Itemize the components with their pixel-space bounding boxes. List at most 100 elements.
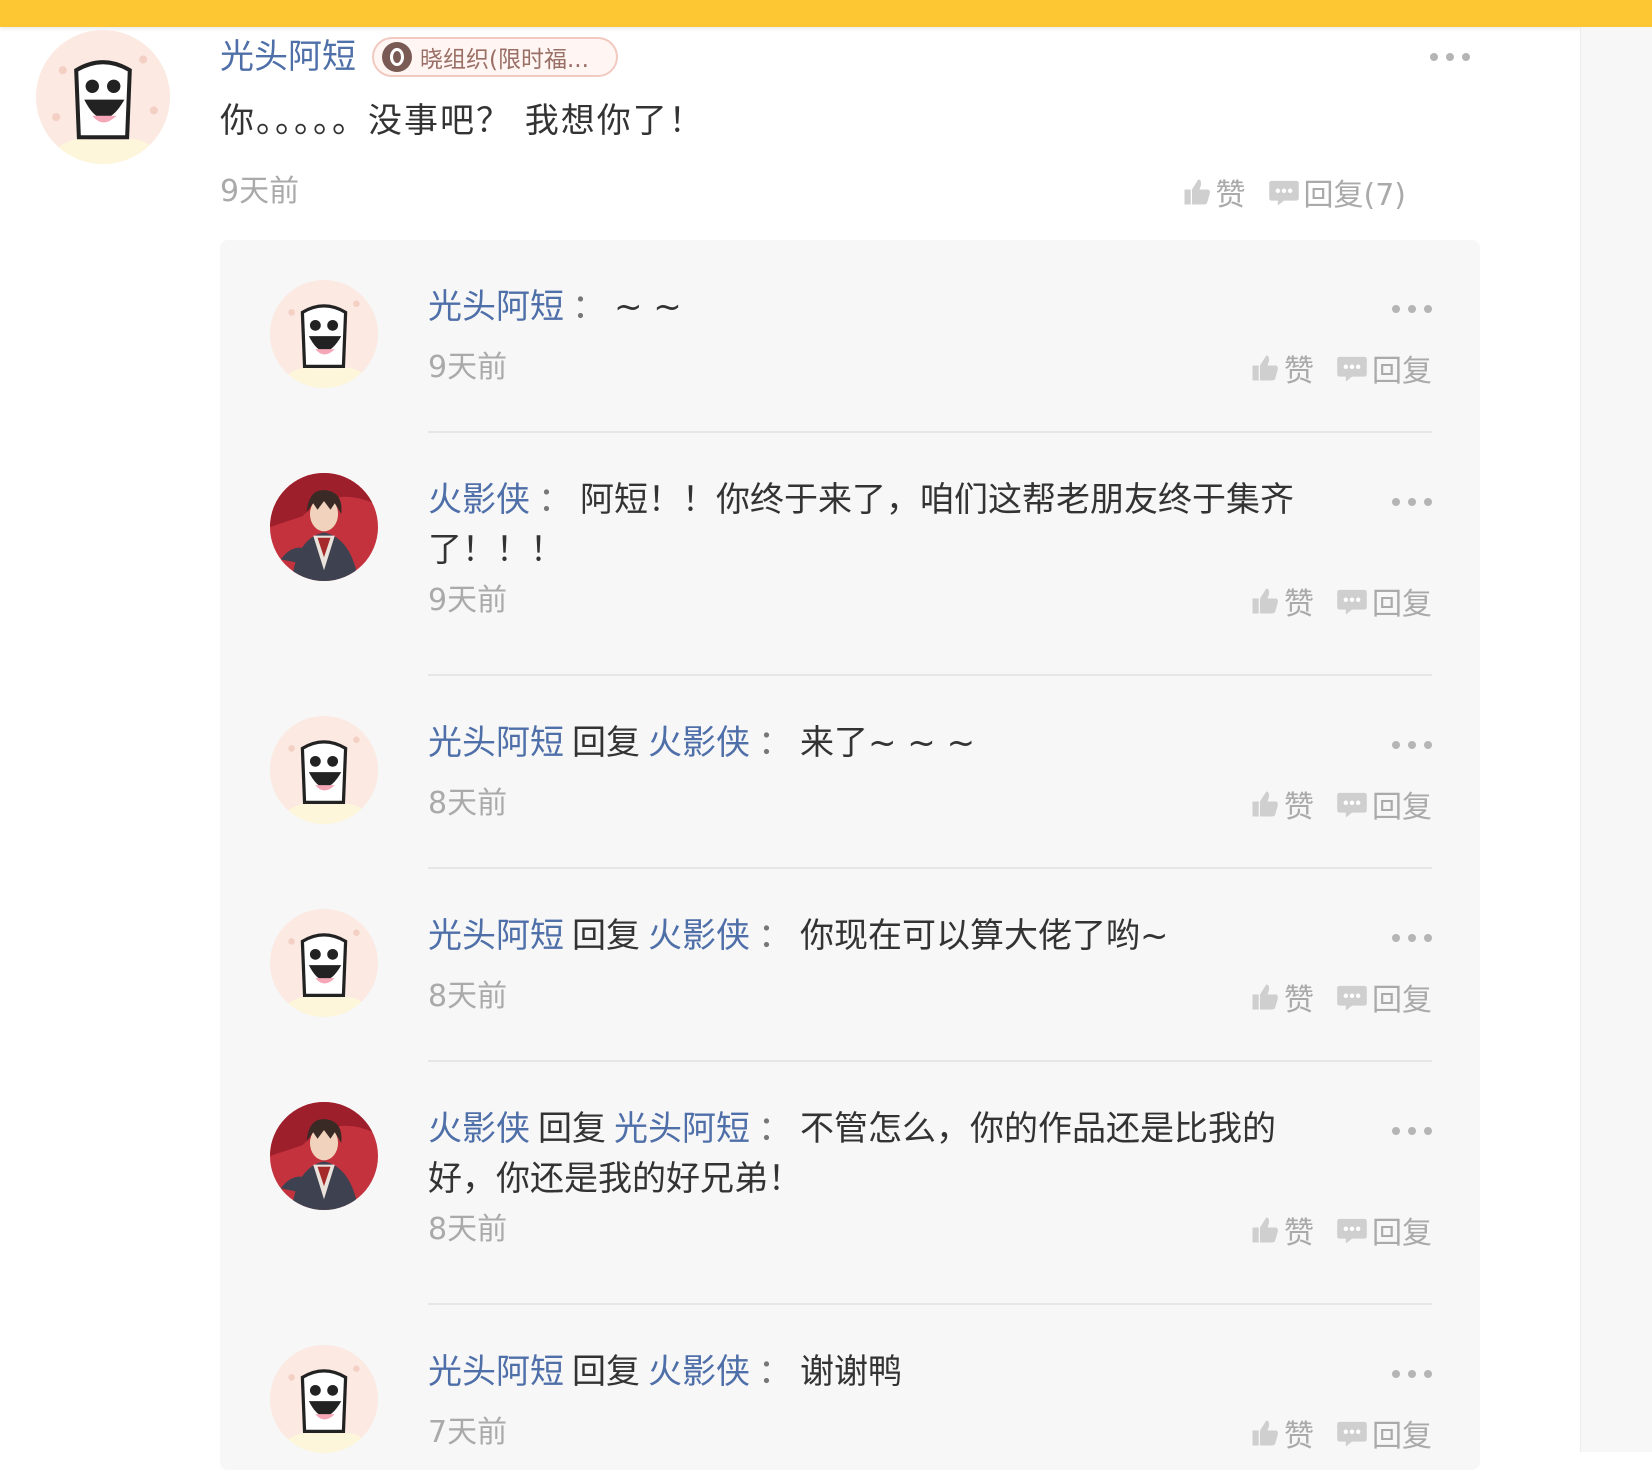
like-label: 赞 (1284, 587, 1314, 622)
reply-text: 来了~ ~ ~ (800, 723, 976, 763)
reply-actions: 赞 回复 (1250, 975, 1432, 1019)
anime-avatar[interactable] (270, 1102, 378, 1210)
reply-actions: 赞 回复 (1250, 346, 1432, 390)
like-label: 赞 (1284, 790, 1314, 825)
more-icon[interactable] (1392, 931, 1432, 945)
comment-bubble-icon (1337, 356, 1367, 382)
thumbs-up-icon (1252, 984, 1278, 1010)
toast-avatar[interactable] (270, 716, 378, 824)
more-icon[interactable] (1392, 495, 1432, 509)
comment-text: 你。。。。。没事吧？ 我想你了！ (220, 101, 705, 141)
reply-time: 8天前 (428, 1212, 508, 1247)
reply-target[interactable]: 火影侠 (648, 723, 750, 763)
comment-actions: 赞 回复(7) (1182, 170, 1407, 214)
reply-word: 回复 (538, 1109, 606, 1149)
reply-time: 8天前 (428, 786, 508, 821)
reply-label: 回复 (1372, 1419, 1432, 1454)
reply-time: 9天前 (428, 350, 508, 385)
reply-text: ~ ~ (614, 287, 682, 327)
like-label: 赞 (1284, 354, 1314, 389)
more-icon[interactable] (1392, 302, 1432, 316)
comment-bubble-icon (1337, 792, 1367, 818)
like-label: 赞 (1284, 983, 1314, 1018)
thumbs-up-icon (1184, 179, 1210, 205)
like-label: 赞 (1215, 178, 1246, 213)
reply-label: 回复 (1372, 587, 1432, 622)
more-icon[interactable] (1430, 50, 1470, 64)
toast-avatar[interactable] (270, 1345, 378, 1453)
like-button[interactable]: 赞 (1182, 170, 1246, 214)
reply-word: 回复 (572, 1352, 640, 1392)
badge-o-icon (382, 42, 412, 72)
reply-actions: 赞 回复 (1250, 579, 1432, 623)
badge-text: 晓组织(限时福... (420, 47, 589, 73)
top-bar (0, 0, 1652, 27)
reply-button[interactable]: 回复 (1336, 1411, 1432, 1455)
reply-button[interactable]: 回复 (1336, 1208, 1432, 1252)
comment-bubble-icon (1337, 985, 1367, 1011)
reply-button[interactable]: 回复(7) (1268, 170, 1407, 214)
like-button[interactable]: 赞 (1250, 1208, 1314, 1252)
divider (428, 674, 1432, 676)
reply-target[interactable]: 光头阿短 (614, 1109, 750, 1149)
reply-label: 回复 (1372, 1216, 1432, 1251)
reply-button[interactable]: 回复 (1336, 579, 1432, 623)
anime-avatar[interactable] (270, 473, 378, 581)
colon: ： (758, 1109, 792, 1149)
reply-actions: 赞 回复 (1250, 1411, 1432, 1455)
reply-label: 回复 (1372, 354, 1432, 389)
reply-actions: 赞 回复 (1250, 782, 1432, 826)
more-icon[interactable] (1392, 1367, 1432, 1381)
reply-target[interactable]: 火影侠 (648, 916, 750, 956)
reply-button[interactable]: 回复 (1336, 346, 1432, 390)
reply-author[interactable]: 光头阿短 (428, 723, 564, 763)
comment-author[interactable]: 光头阿短 (220, 36, 356, 78)
reply-label: 回复 (1372, 790, 1432, 825)
toast-avatar[interactable] (36, 30, 170, 164)
reply-author[interactable]: 光头阿短 (428, 916, 564, 956)
comment-bubble-icon (1337, 589, 1367, 615)
replies-panel: 光头阿短： ~ ~ 9天前 赞 回复 火影侠 ： 阿短！！你终于来了，咱们这帮老… (220, 240, 1480, 1470)
like-label: 赞 (1284, 1216, 1314, 1251)
thumbs-up-icon (1252, 1420, 1278, 1446)
reply-time: 9天前 (428, 583, 508, 618)
thumbs-up-icon (1252, 1217, 1278, 1243)
reply-author[interactable]: 火影侠 (428, 480, 530, 520)
toast-avatar[interactable] (270, 280, 378, 388)
colon: ： (758, 723, 792, 763)
colon: ： (758, 916, 792, 956)
reply-button[interactable]: 回复 (1336, 782, 1432, 826)
reply-time: 7天前 (428, 1415, 508, 1450)
comment-time: 9天前 (220, 174, 300, 209)
like-button[interactable]: 赞 (1250, 975, 1314, 1019)
colon: ： (538, 480, 572, 520)
more-icon[interactable] (1392, 1124, 1432, 1138)
reply-author[interactable]: 火影侠 (428, 1109, 530, 1149)
reply-content: 火影侠 回复 光头阿短：不管怎么，你的作品还是比我的好，你还是我的好兄弟！ (428, 1104, 1308, 1204)
thumbs-up-icon (1252, 791, 1278, 817)
comment-page: 光头阿短 晓组织(限时福... 你。。。。。没事吧？ 我想你了！ 9天前 赞 回… (0, 0, 1652, 1470)
like-label: 赞 (1284, 1419, 1314, 1454)
reply-label: 回复(7) (1303, 178, 1407, 213)
reply-target[interactable]: 火影侠 (648, 1352, 750, 1392)
member-badge[interactable]: 晓组织(限时福... (372, 37, 618, 77)
reply-time: 8天前 (428, 979, 508, 1014)
reply-button[interactable]: 回复 (1336, 975, 1432, 1019)
thumbs-up-icon (1252, 355, 1278, 381)
thumbs-up-icon (1252, 588, 1278, 614)
reply-content: 火影侠：阿短！！你终于来了，咱们这帮老朋友终于集齐了！！！ (428, 475, 1308, 575)
reply-word: 回复 (572, 723, 640, 763)
reply-author[interactable]: 光头阿短 (428, 287, 564, 327)
reply-author[interactable]: 光头阿短 (428, 1352, 564, 1392)
like-button[interactable]: 赞 (1250, 579, 1314, 623)
like-button[interactable]: 赞 (1250, 1411, 1314, 1455)
reply-label: 回复 (1372, 983, 1432, 1018)
like-button[interactable]: 赞 (1250, 782, 1314, 826)
divider (428, 431, 1432, 433)
toast-avatar[interactable] (270, 909, 378, 1017)
comment-bubble-icon (1268, 180, 1299, 206)
like-button[interactable]: 赞 (1250, 346, 1314, 390)
reply-text: 谢谢鸭 (800, 1352, 902, 1392)
more-icon[interactable] (1392, 738, 1432, 752)
reply-actions: 赞 回复 (1250, 1208, 1432, 1252)
